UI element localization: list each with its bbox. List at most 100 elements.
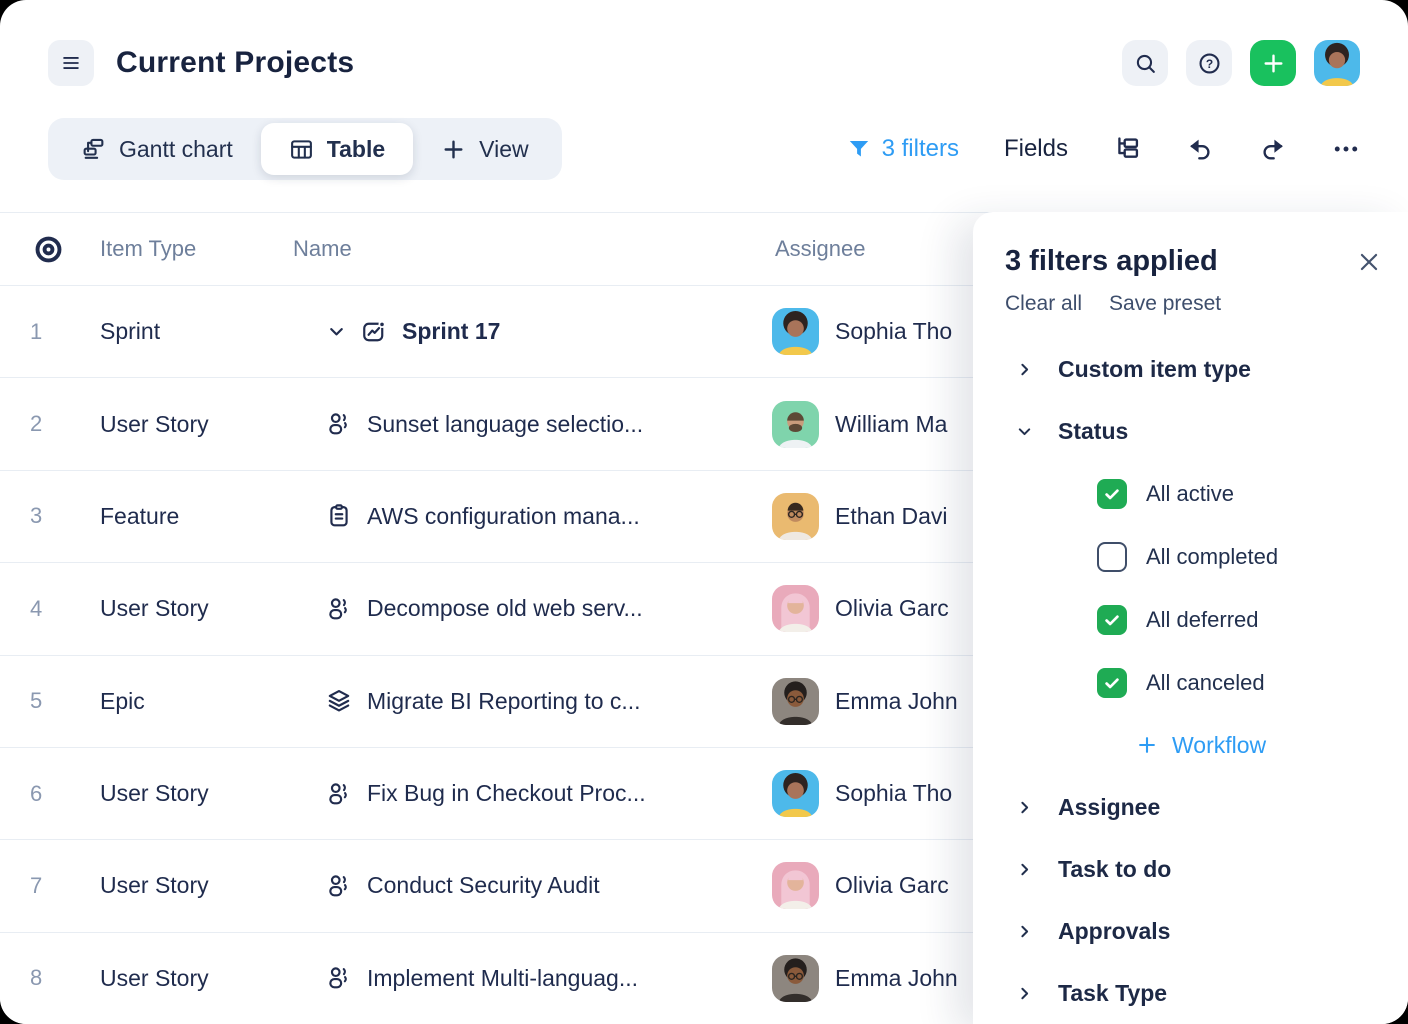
filter-section-header[interactable]: Status xyxy=(1005,400,1382,462)
item-type-cell: User Story xyxy=(72,595,293,622)
filters-panel-title: 3 filters applied xyxy=(1005,245,1218,278)
filter-option-label: All canceled xyxy=(1146,670,1265,696)
filters-panel: 3 filters applied Clear all Save preset … xyxy=(973,212,1408,1024)
name-cell[interactable]: Conduct Security Audit xyxy=(293,872,760,899)
filter-section-header[interactable]: Task Type xyxy=(1005,962,1382,1024)
table-icon xyxy=(289,137,314,162)
filter-section-header[interactable]: Approvals xyxy=(1005,900,1382,962)
filter-section: Task Type xyxy=(1005,962,1382,1024)
row-number: 2 xyxy=(0,411,72,437)
checkbox-checked[interactable] xyxy=(1097,479,1127,509)
filter-section-header[interactable]: Custom item type xyxy=(1005,338,1382,400)
assignee-name: Sophia Tho xyxy=(835,318,952,345)
filter-section: Task to do xyxy=(1005,838,1382,900)
filter-option-label: All active xyxy=(1146,481,1234,507)
user-avatar[interactable] xyxy=(1314,40,1360,86)
view-tabbar: Gantt chart Table View xyxy=(48,118,562,180)
filter-section: Approvals xyxy=(1005,900,1382,962)
name-cell[interactable]: Decompose old web serv... xyxy=(293,595,760,622)
search-icon xyxy=(1133,51,1158,76)
filter-section-label: Approvals xyxy=(1058,918,1170,945)
column-header-name[interactable]: Name xyxy=(293,236,760,262)
plus-icon xyxy=(1136,734,1158,756)
chevron-down-icon xyxy=(1015,422,1034,441)
redo-icon[interactable] xyxy=(1259,135,1287,163)
add-workflow-button[interactable]: Workflow xyxy=(1005,714,1382,776)
row-number: 4 xyxy=(0,596,72,622)
item-name: Decompose old web serv... xyxy=(367,595,643,622)
assignee-name: Olivia Garc xyxy=(835,595,949,622)
name-cell[interactable]: Sunset language selectio... xyxy=(293,411,760,438)
undo-icon[interactable] xyxy=(1186,135,1214,163)
item-type-cell: User Story xyxy=(72,780,293,807)
page-title: Current Projects xyxy=(116,46,354,80)
workflow-label: Workflow xyxy=(1172,732,1266,759)
close-icon[interactable] xyxy=(1356,249,1382,275)
filter-section: Custom item type xyxy=(1005,338,1382,400)
gear-icon[interactable] xyxy=(25,226,72,273)
assignee-name: Ethan Davi xyxy=(835,503,948,530)
user-story-icon xyxy=(326,873,352,899)
search-button[interactable] xyxy=(1122,40,1168,86)
checkbox-checked[interactable] xyxy=(1097,605,1127,635)
filter-icon xyxy=(847,137,871,161)
name-cell[interactable]: Migrate BI Reporting to c... xyxy=(293,688,760,715)
help-button[interactable]: ? xyxy=(1186,40,1232,86)
more-icon[interactable] xyxy=(1332,135,1360,163)
checkbox-unchecked[interactable] xyxy=(1097,542,1127,572)
filters-button[interactable]: 3 filters xyxy=(847,135,959,163)
avatar xyxy=(772,955,819,1002)
save-preset-link[interactable]: Save preset xyxy=(1109,292,1221,316)
avatar xyxy=(772,770,819,817)
name-cell[interactable]: Fix Bug in Checkout Proc... xyxy=(293,780,760,807)
tab-gantt-chart[interactable]: Gantt chart xyxy=(53,123,261,175)
avatar xyxy=(772,308,819,355)
item-type-cell: User Story xyxy=(72,411,293,438)
clear-all-link[interactable]: Clear all xyxy=(1005,292,1082,316)
assignee-name: Emma John xyxy=(835,688,958,715)
item-type-cell: User Story xyxy=(72,965,293,992)
item-type-cell: Epic xyxy=(72,688,293,715)
row-number: 1 xyxy=(0,319,72,345)
avatar xyxy=(772,585,819,632)
filter-section-header[interactable]: Task to do xyxy=(1005,838,1382,900)
tab-label: Table xyxy=(327,136,385,163)
column-header-item-type[interactable]: Item Type xyxy=(72,236,293,262)
add-button[interactable] xyxy=(1250,40,1296,86)
filter-option[interactable]: All active xyxy=(1005,462,1382,525)
fields-button[interactable]: Fields xyxy=(1004,135,1068,163)
item-name: Implement Multi-languag... xyxy=(367,965,638,992)
toolbar: 3 filters Fields xyxy=(847,118,1360,180)
row-number: 3 xyxy=(0,503,72,529)
filter-section-label: Status xyxy=(1058,418,1128,445)
filter-section-label: Task Type xyxy=(1058,980,1167,1007)
name-cell[interactable]: AWS configuration mana... xyxy=(293,503,760,530)
tab-table[interactable]: Table xyxy=(261,123,413,175)
sprint-icon xyxy=(361,319,387,345)
plus-icon xyxy=(1261,51,1286,76)
tab-label: Gantt chart xyxy=(119,136,233,163)
name-cell[interactable]: Implement Multi-languag... xyxy=(293,965,760,992)
filter-option[interactable]: All completed xyxy=(1005,525,1382,588)
name-cell[interactable]: Sprint 17 xyxy=(293,318,760,345)
item-type-cell: Feature xyxy=(72,503,293,530)
assignee-name: Emma John xyxy=(835,965,958,992)
chevron-right-icon xyxy=(1015,984,1034,1003)
menu-button[interactable] xyxy=(48,40,94,86)
gantt-icon xyxy=(81,137,106,162)
hierarchy-icon[interactable] xyxy=(1113,135,1141,163)
assignee-name: William Ma xyxy=(835,411,947,438)
filter-section-header[interactable]: Assignee xyxy=(1005,776,1382,838)
chevron-right-icon xyxy=(1015,922,1034,941)
filter-section-label: Assignee xyxy=(1058,794,1160,821)
avatar xyxy=(772,493,819,540)
filter-section-label: Task to do xyxy=(1058,856,1171,883)
feature-icon xyxy=(326,503,352,529)
plus-icon xyxy=(441,137,466,162)
filter-option[interactable]: All canceled xyxy=(1005,651,1382,714)
checkbox-checked[interactable] xyxy=(1097,668,1127,698)
user-story-icon xyxy=(326,781,352,807)
filter-option[interactable]: All deferred xyxy=(1005,588,1382,651)
chevron-down-icon[interactable] xyxy=(326,321,347,342)
tab-add-view[interactable]: View xyxy=(413,123,556,175)
